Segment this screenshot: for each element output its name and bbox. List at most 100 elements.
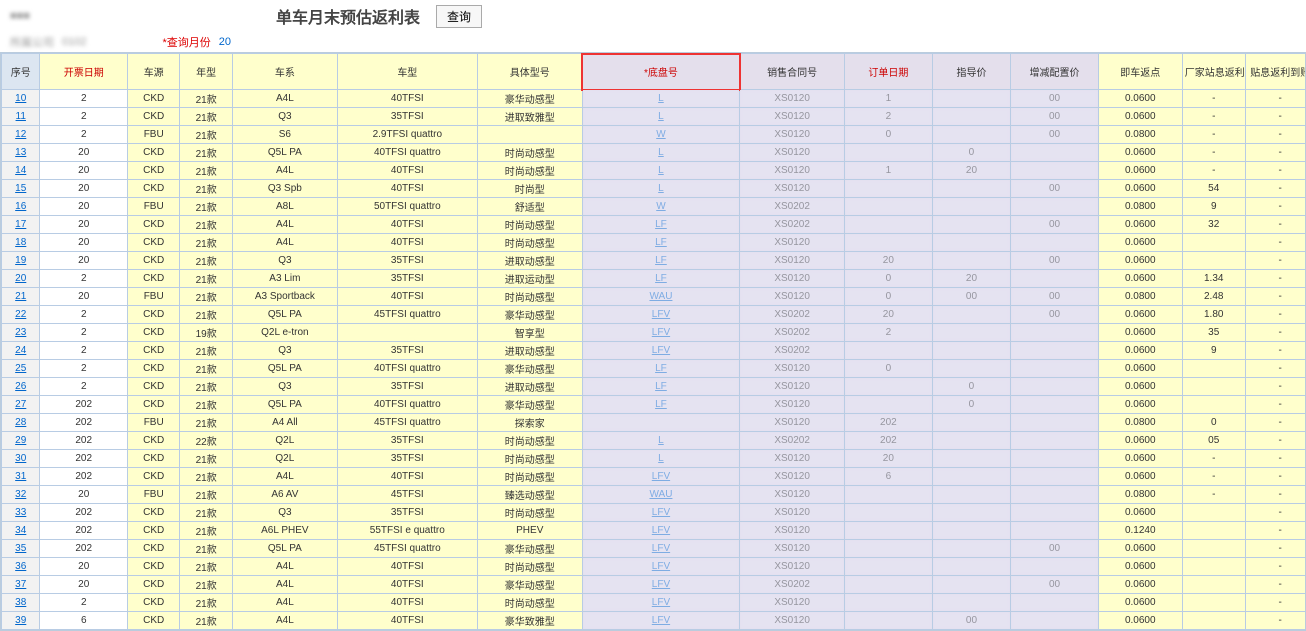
cell-vin[interactable]: L bbox=[582, 450, 739, 468]
cell-vin[interactable]: W bbox=[582, 198, 739, 216]
cell-seq[interactable]: 18 bbox=[2, 234, 40, 252]
cell-vin[interactable]: LFV bbox=[582, 594, 739, 612]
cell-vin[interactable]: LFV bbox=[582, 504, 739, 522]
cell-seq[interactable]: 23 bbox=[2, 324, 40, 342]
cell-seq[interactable]: 12 bbox=[2, 126, 40, 144]
cell-vin[interactable]: LF bbox=[582, 396, 739, 414]
cell-vin[interactable]: LF bbox=[582, 234, 739, 252]
th-year[interactable]: 年型 bbox=[180, 54, 232, 90]
cell-vin[interactable]: LFV bbox=[582, 540, 739, 558]
cell-vin[interactable]: WAU bbox=[582, 486, 739, 504]
cell-vin[interactable]: W bbox=[582, 126, 739, 144]
th-seq[interactable]: 序号 bbox=[2, 54, 40, 90]
cell-seq[interactable]: 14 bbox=[2, 162, 40, 180]
table-row[interactable]: 122FBU21款S62.9TFSI quattroWXS01200000.08… bbox=[2, 126, 1306, 144]
th-series[interactable]: 车系 bbox=[232, 54, 337, 90]
table-row[interactable]: 1420CKD21款A4L40TFSI时尚动感型LXS01201200.0600… bbox=[2, 162, 1306, 180]
table-row[interactable]: 3620CKD21款A4L40TFSI时尚动感型LFVXS01200.0600-… bbox=[2, 558, 1306, 576]
cell-vin[interactable]: LFV bbox=[582, 576, 739, 594]
cell-seq[interactable]: 10 bbox=[2, 90, 40, 108]
th-model[interactable]: 车型 bbox=[337, 54, 477, 90]
cell-seq[interactable]: 11 bbox=[2, 108, 40, 126]
cell-vin[interactable]: LFV bbox=[582, 306, 739, 324]
table-row[interactable]: 242CKD21款Q335TFSI进取动感型LFVXS02020.06009-3 bbox=[2, 342, 1306, 360]
query-button[interactable]: 查询 bbox=[436, 5, 482, 28]
th-vin[interactable]: *底盘号 bbox=[582, 54, 739, 90]
cell-seq[interactable]: 15 bbox=[2, 180, 40, 198]
filter-month-value[interactable]: 20 bbox=[219, 36, 231, 48]
table-row[interactable]: 35202CKD21款Q5L PA45TFSI quattro豪华动感型LFVX… bbox=[2, 540, 1306, 558]
cell-seq[interactable]: 27 bbox=[2, 396, 40, 414]
table-row[interactable]: 1320CKD21款Q5L PA40TFSI quattro时尚动感型LXS01… bbox=[2, 144, 1306, 162]
cell-vin[interactable]: L bbox=[582, 162, 739, 180]
cell-seq[interactable]: 33 bbox=[2, 504, 40, 522]
table-row[interactable]: 382CKD21款A4L40TFSI时尚动感型LFVXS01200.0600- bbox=[2, 594, 1306, 612]
table-row[interactable]: 30202CKD21款Q2L35TFSI时尚动感型LXS0120200.0600… bbox=[2, 450, 1306, 468]
cell-seq[interactable]: 17 bbox=[2, 216, 40, 234]
cell-seq[interactable]: 35 bbox=[2, 540, 40, 558]
table-row[interactable]: 232CKD19款Q2L e-tron智享型LFVXS020220.060035… bbox=[2, 324, 1306, 342]
table-row[interactable]: 396CKD21款A4L40TFSI豪华致雅型LFVXS0120000.0600… bbox=[2, 612, 1306, 630]
cell-seq[interactable]: 32 bbox=[2, 486, 40, 504]
cell-seq[interactable]: 37 bbox=[2, 576, 40, 594]
cell-vin[interactable]: L bbox=[582, 180, 739, 198]
cell-seq[interactable]: 19 bbox=[2, 252, 40, 270]
cell-vin[interactable] bbox=[582, 414, 739, 432]
table-row[interactable]: 112CKD21款Q335TFSI进取致雅型LXS01202000.0600--… bbox=[2, 108, 1306, 126]
table-row[interactable]: 34202CKD21款A6L PHEV55TFSI e quattroPHEVL… bbox=[2, 522, 1306, 540]
cell-seq[interactable]: 24 bbox=[2, 342, 40, 360]
cell-vin[interactable]: L bbox=[582, 108, 739, 126]
th-contract[interactable]: 销售合同号 bbox=[740, 54, 845, 90]
table-row[interactable]: 222CKD21款Q5L PA45TFSI quattro豪华动感型LFVXS0… bbox=[2, 306, 1306, 324]
cell-seq[interactable]: 38 bbox=[2, 594, 40, 612]
cell-vin[interactable]: LFV bbox=[582, 612, 739, 630]
cell-seq[interactable]: 36 bbox=[2, 558, 40, 576]
cell-seq[interactable]: 28 bbox=[2, 414, 40, 432]
cell-vin[interactable]: L bbox=[582, 144, 739, 162]
cell-seq[interactable]: 16 bbox=[2, 198, 40, 216]
cell-seq[interactable]: 21 bbox=[2, 288, 40, 306]
table-row[interactable]: 102CKD21款A4L40TFSI豪华动感型LXS01201000.0600-… bbox=[2, 90, 1306, 108]
cell-vin[interactable]: LF bbox=[582, 360, 739, 378]
cell-seq[interactable]: 29 bbox=[2, 432, 40, 450]
table-row[interactable]: 252CKD21款Q5L PA40TFSI quattro豪华动感型LFXS01… bbox=[2, 360, 1306, 378]
cell-seq[interactable]: 13 bbox=[2, 144, 40, 162]
cell-vin[interactable]: LFV bbox=[582, 522, 739, 540]
table-row[interactable]: 1920CKD21款Q335TFSI进取动感型LFXS012020000.060… bbox=[2, 252, 1306, 270]
cell-seq[interactable]: 22 bbox=[2, 306, 40, 324]
th-rebate-pt[interactable]: 即车返点 bbox=[1098, 54, 1182, 90]
th-order-date[interactable]: 订单日期 bbox=[845, 54, 932, 90]
table-row[interactable]: 262CKD21款Q335TFSI进取动感型LFXS012000.0600- bbox=[2, 378, 1306, 396]
cell-seq[interactable]: 34 bbox=[2, 522, 40, 540]
th-config-price[interactable]: 增减配置价 bbox=[1011, 54, 1098, 90]
cell-vin[interactable]: LF bbox=[582, 270, 739, 288]
table-row[interactable]: 1820CKD21款A4L40TFSI时尚动感型LFXS01200.0600-0 bbox=[2, 234, 1306, 252]
cell-seq[interactable]: 30 bbox=[2, 450, 40, 468]
cell-vin[interactable]: LFV bbox=[582, 324, 739, 342]
th-subsidy[interactable]: 贴息返利到账 bbox=[1245, 54, 1306, 90]
th-guide-price[interactable]: 指导价 bbox=[932, 54, 1011, 90]
th-invoice-date[interactable]: 开票日期 bbox=[40, 54, 127, 90]
cell-seq[interactable]: 39 bbox=[2, 612, 40, 630]
th-source[interactable]: 车源 bbox=[127, 54, 179, 90]
cell-vin[interactable]: L bbox=[582, 90, 739, 108]
table-row[interactable]: 27202CKD21款Q5L PA40TFSI quattro豪华动感型LFXS… bbox=[2, 396, 1306, 414]
cell-seq[interactable]: 31 bbox=[2, 468, 40, 486]
table-row[interactable]: 1720CKD21款A4L40TFSI时尚动感型LFXS0202000.0600… bbox=[2, 216, 1306, 234]
cell-vin[interactable]: LFV bbox=[582, 342, 739, 360]
cell-vin[interactable]: LFV bbox=[582, 468, 739, 486]
th-spec[interactable]: 具体型号 bbox=[477, 54, 582, 90]
table-row[interactable]: 33202CKD21款Q335TFSI时尚动感型LFVXS01200.0600- bbox=[2, 504, 1306, 522]
data-table-wrapper[interactable]: 序号 开票日期 车源 年型 车系 车型 具体型号 *底盘号 销售合同号 订单日期… bbox=[0, 52, 1306, 631]
table-row[interactable]: 1620FBU21款A8L50TFSI quattro舒适型WXS02020.0… bbox=[2, 198, 1306, 216]
filter-company-value[interactable]: 0102 bbox=[62, 36, 86, 48]
table-row[interactable]: 3720CKD21款A4L40TFSI豪华动感型LFVXS0202000.060… bbox=[2, 576, 1306, 594]
table-row[interactable]: 29202CKD22款Q2L35TFSI时尚动感型LXS02022020.060… bbox=[2, 432, 1306, 450]
table-row[interactable]: 202CKD21款A3 Lim35TFSI进取运动型LFXS01200200.0… bbox=[2, 270, 1306, 288]
cell-seq[interactable]: 25 bbox=[2, 360, 40, 378]
cell-vin[interactable]: LF bbox=[582, 216, 739, 234]
table-row[interactable]: 28202FBU21款A4 All45TFSI quattro探索家XS0120… bbox=[2, 414, 1306, 432]
cell-vin[interactable]: WAU bbox=[582, 288, 739, 306]
th-mfr-rebate[interactable]: 厂家站息返利 bbox=[1182, 54, 1245, 90]
table-row[interactable]: 2120FBU21款A3 Sportback40TFSI时尚动感型WAUXS01… bbox=[2, 288, 1306, 306]
